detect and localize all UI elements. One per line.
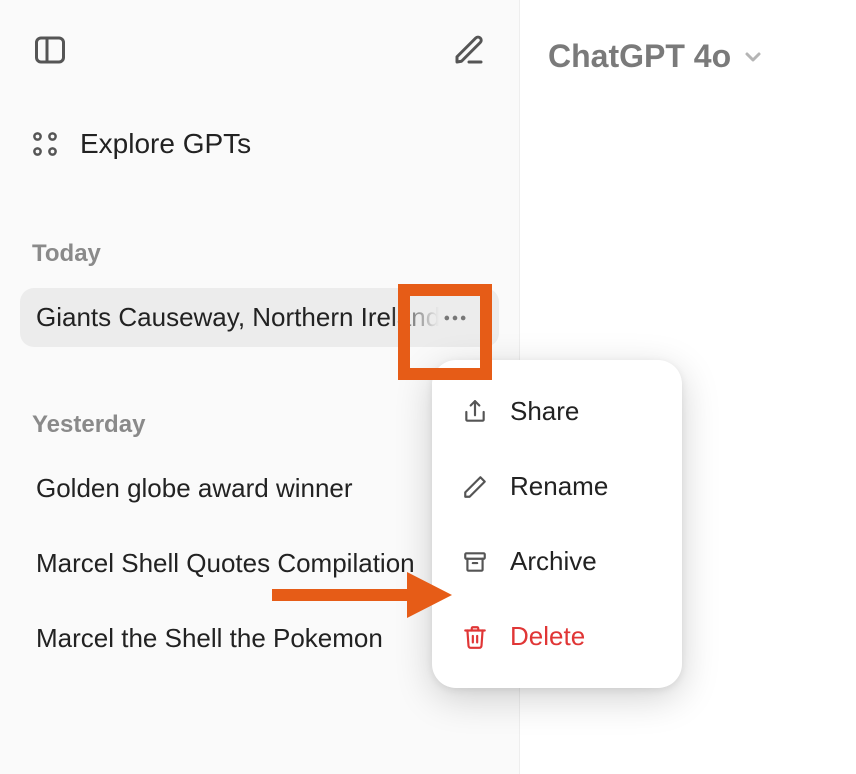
chat-item-title: Golden globe award winner	[36, 473, 353, 503]
pencil-icon	[462, 474, 488, 500]
chat-item-title: Giants Causeway, Northern Ireland	[36, 302, 440, 332]
menu-item-delete[interactable]: Delete	[432, 599, 682, 674]
menu-item-label: Share	[510, 396, 579, 427]
model-switcher-label: ChatGPT 4o	[548, 38, 731, 75]
compose-icon	[451, 32, 487, 68]
menu-item-archive[interactable]: Archive	[432, 524, 682, 599]
menu-item-label: Delete	[510, 621, 585, 652]
chat-item[interactable]: Marcel Shell Quotes Compilation	[20, 534, 499, 593]
chat-item[interactable]: Marcel the Shell the Pokemon	[20, 609, 499, 668]
chat-item[interactable]: Golden globe award winner	[20, 459, 499, 518]
chat-item-title: Marcel Shell Quotes Compilation	[36, 548, 415, 578]
sidebar-panel-icon	[32, 32, 68, 68]
chat-context-menu: Share Rename Archive Delete	[432, 360, 682, 688]
menu-item-share[interactable]: Share	[432, 374, 682, 449]
chat-item-title: Marcel the Shell the Pokemon	[36, 623, 383, 653]
sidebar-top-row	[20, 28, 499, 72]
new-chat-button[interactable]	[447, 28, 491, 72]
chat-item-active[interactable]: Giants Causeway, Northern Ireland	[20, 288, 499, 347]
toggle-sidebar-button[interactable]	[28, 28, 72, 72]
chevron-down-icon	[741, 45, 765, 69]
menu-item-label: Archive	[510, 546, 597, 577]
menu-item-rename[interactable]: Rename	[432, 449, 682, 524]
grid-icon	[30, 129, 60, 159]
ellipsis-icon	[441, 304, 469, 332]
share-icon	[462, 399, 488, 425]
model-switcher[interactable]: ChatGPT 4o	[540, 28, 836, 85]
app-root: Explore GPTs Today Giants Causeway, Nort…	[0, 0, 856, 774]
section-heading-today: Today	[20, 240, 499, 268]
section-heading-yesterday: Yesterday	[20, 411, 499, 439]
explore-gpts-item[interactable]: Explore GPTs	[20, 120, 499, 168]
archive-icon	[462, 549, 488, 575]
menu-item-label: Rename	[510, 471, 608, 502]
trash-icon	[462, 624, 488, 650]
chat-item-more-button[interactable]	[441, 304, 469, 332]
explore-gpts-label: Explore GPTs	[80, 128, 251, 160]
